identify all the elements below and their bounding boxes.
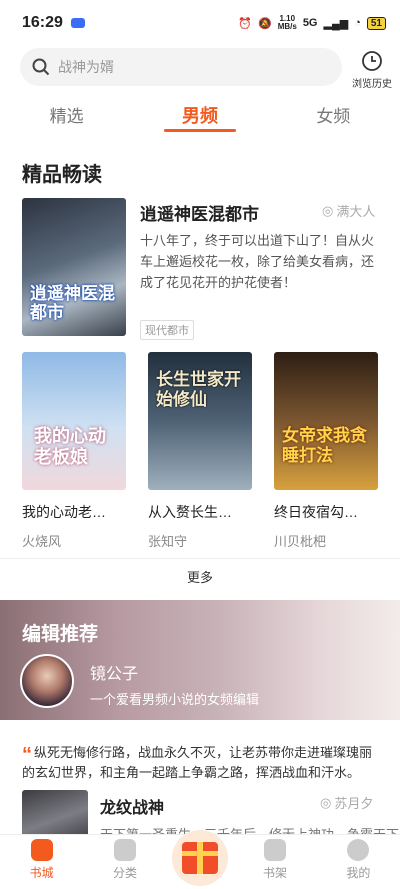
book-name: 终日夜宿勾…	[274, 504, 358, 520]
history-label: 浏览历史	[352, 79, 392, 90]
avatar[interactable]	[20, 654, 74, 708]
user-icon: ◎	[322, 202, 334, 218]
grid-book[interactable]: 女帝求我贪睡打法 终日夜宿勾… 川贝枇杷	[274, 352, 378, 550]
quote-icon: “	[22, 744, 32, 766]
signal-icon: ▂▄▆	[323, 17, 349, 30]
tab-female[interactable]: 女频	[267, 96, 400, 136]
history-button[interactable]: 浏览历史	[350, 50, 394, 90]
book-author: 张知守	[148, 534, 188, 549]
book-name: 我的心动老…	[22, 504, 106, 520]
editor-description: 一个爱看男频小说的女频编辑	[90, 692, 260, 707]
wifi-icon: ◔	[354, 17, 361, 29]
status-bar: 16:29 ⏰ 🔕 1.10 MB/s 5G ▂▄▆ ◔ 51	[0, 0, 400, 46]
book-cover: 女帝求我贪睡打法	[274, 352, 378, 490]
nav-profile[interactable]: 我的	[317, 835, 400, 889]
grid-book[interactable]: 我的心动老板娘 我的心动老… 火烧风	[22, 352, 126, 550]
featured-book-cover[interactable]: 逍遥神医混都市	[22, 198, 126, 336]
network-type: 5G	[302, 17, 318, 29]
channel-tabs: 精选 男频 女频	[0, 96, 400, 136]
featured-book-author: ◎ 满大人	[322, 202, 376, 220]
profile-icon	[347, 839, 370, 861]
featured-cover-text: 逍遥神医混都市	[30, 284, 115, 322]
book-author: 川贝枇杷	[274, 534, 327, 549]
grid-book[interactable]: 长生世家开始修仙 从入赘长生… 张知守	[148, 352, 252, 550]
nav-category[interactable]: 分类	[83, 835, 166, 889]
recommended-book-title[interactable]: 龙纹战神	[100, 794, 164, 818]
book-author: 火烧风	[22, 534, 62, 549]
mute-icon: 🔕	[257, 17, 272, 30]
app-notification-icon	[70, 18, 85, 28]
tab-male[interactable]: 男频	[133, 96, 266, 136]
search-placeholder: 战神为婿	[58, 59, 114, 75]
user-icon: ◎	[320, 794, 332, 810]
gift-icon	[182, 842, 218, 874]
status-time: 16:29	[22, 14, 63, 31]
bookshelf-icon	[263, 839, 286, 861]
network-speed: 1.10 MB/s	[277, 14, 297, 31]
book-cover: 我的心动老板娘	[22, 352, 126, 490]
recommended-book-author: ◎ 苏月夕	[320, 794, 374, 812]
clock-icon	[362, 51, 382, 71]
featured-book-title[interactable]: 逍遥神医混都市	[140, 200, 259, 225]
featured-book-description: 十八年了，终于可以出道下山了！自从火车上邂逅校花一枚，除了给美女看病，还成了花见…	[140, 233, 375, 290]
editor-name[interactable]: 镜公子	[90, 660, 138, 684]
search-input[interactable]: 战神为婿	[20, 48, 342, 86]
nav-bookstore[interactable]: 书城	[0, 835, 83, 889]
gift-button[interactable]	[172, 830, 228, 886]
book-cover: 长生世家开始修仙	[148, 352, 252, 490]
battery-icon: 51	[366, 16, 386, 30]
grid-icon	[113, 839, 136, 861]
editor-section-title: 编辑推荐	[22, 624, 99, 645]
nav-bookshelf[interactable]: 书架	[233, 835, 316, 889]
featured-book-tag[interactable]: 现代都市	[140, 320, 194, 340]
recommend-quote: “纵死无悔修行路，战血永久不灭，让老苏带你走进璀璨瑰丽的玄幻世界，和主角一起踏上…	[22, 744, 373, 780]
section-title: 精品畅读	[22, 164, 102, 186]
search-icon	[32, 58, 50, 76]
alarm-icon: ⏰	[238, 17, 252, 30]
tab-featured[interactable]: 精选	[0, 96, 133, 136]
more-button[interactable]: 更多	[0, 558, 400, 596]
book-name: 从入赘长生…	[148, 504, 232, 520]
bookstore-icon	[30, 839, 53, 861]
